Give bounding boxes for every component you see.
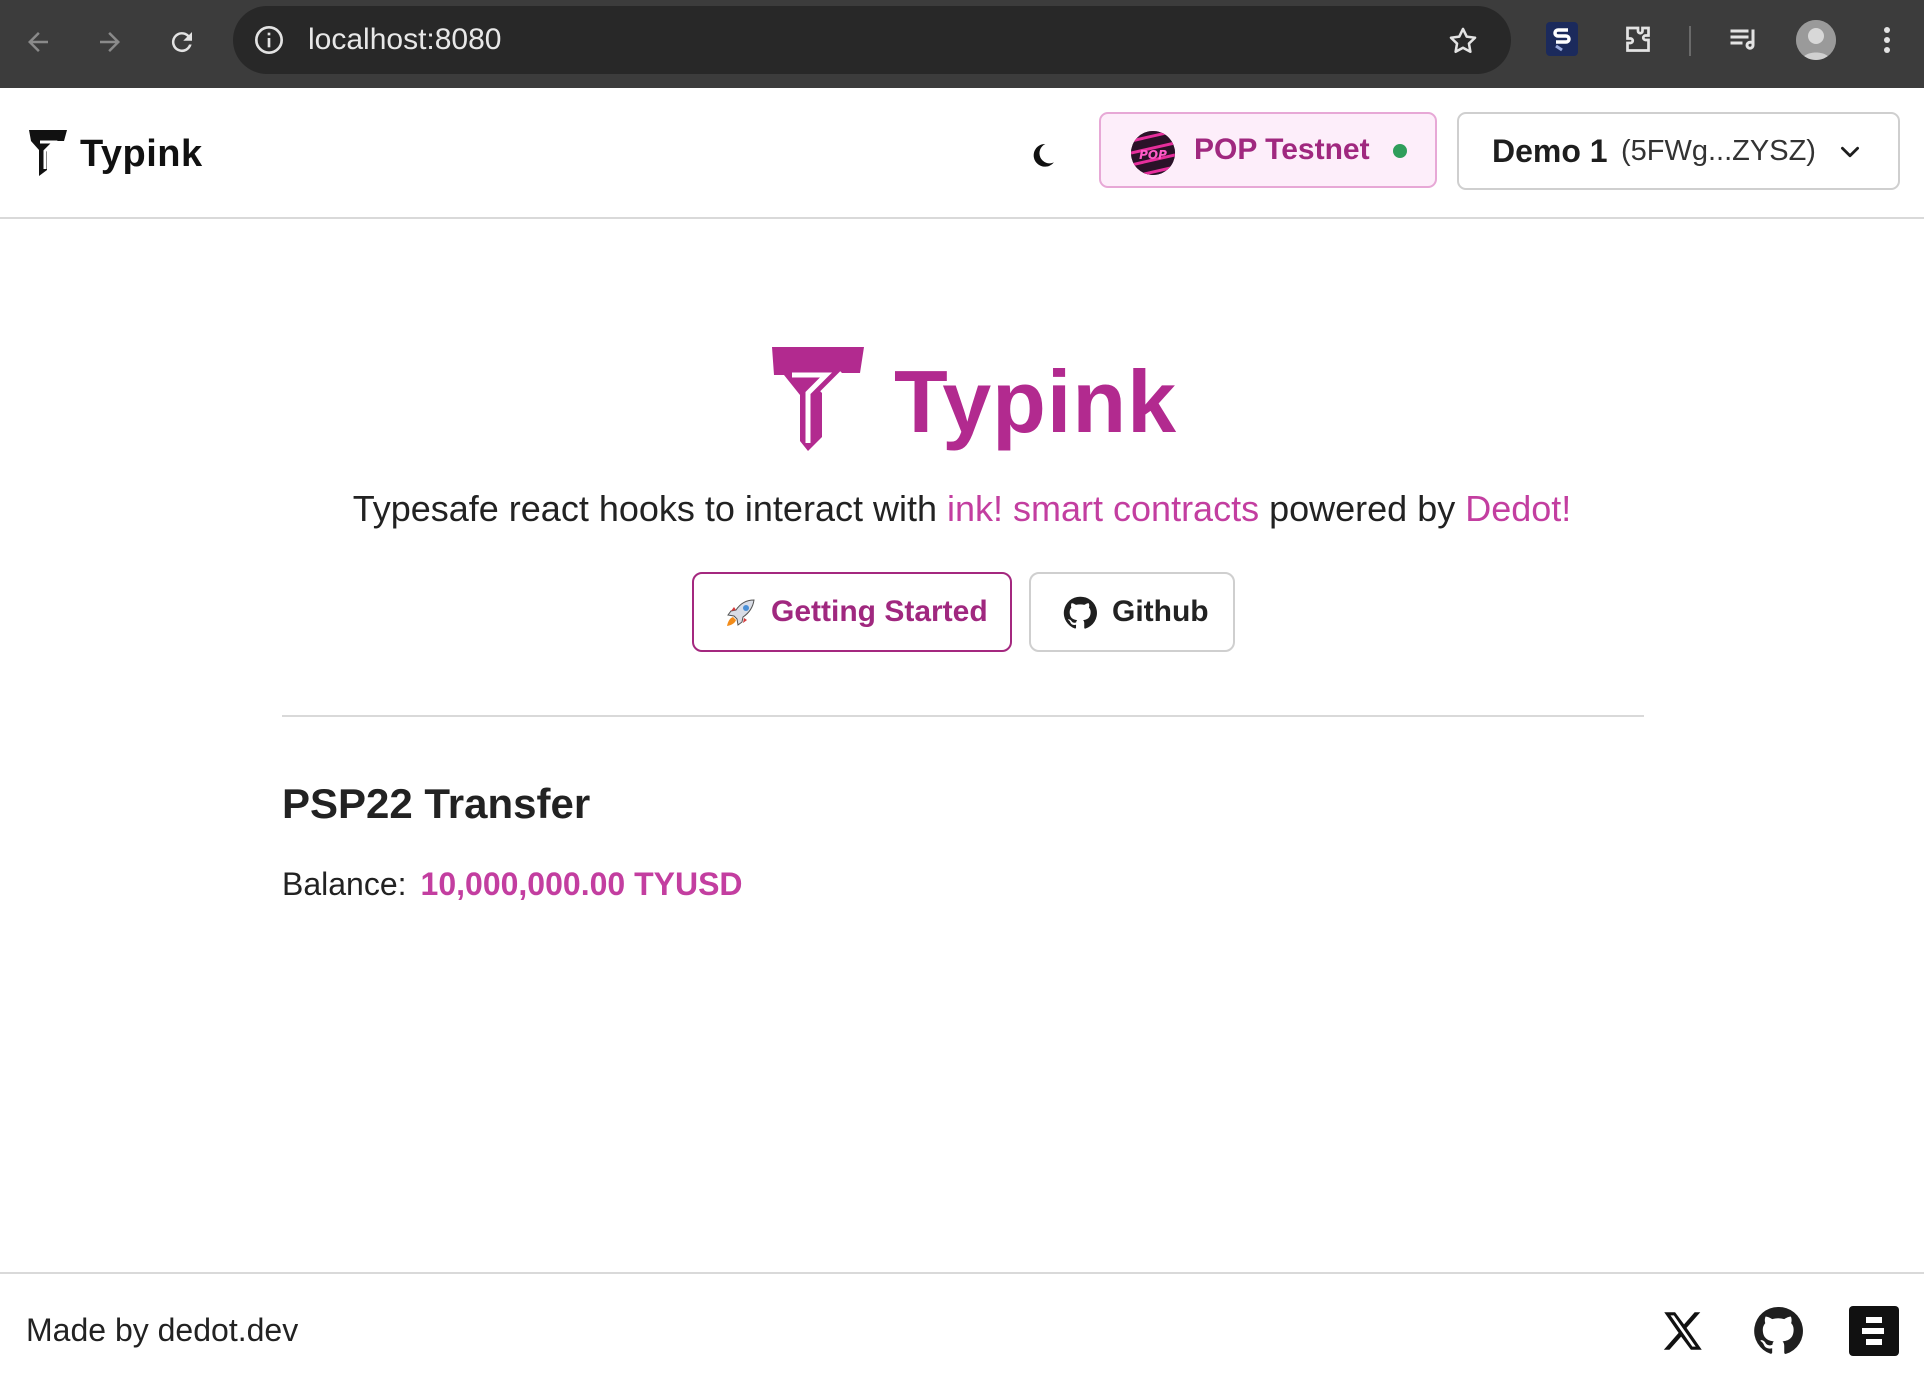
network-status-dot [1393,144,1407,158]
github-button[interactable]: Github [1029,572,1235,652]
chevron-down-icon [1837,139,1863,165]
dedot-logo-icon[interactable] [1849,1306,1899,1356]
getting-started-label: Getting Started [771,595,988,628]
github-label: Github [1112,595,1209,628]
forward-icon[interactable] [90,22,130,62]
network-logo-text: POP [1139,148,1167,162]
pop-network-logo: POP [1131,131,1175,175]
ink-smart-contracts-link[interactable]: ink! smart contracts [947,488,1259,529]
typink-hero-logo-icon [770,345,866,458]
moon-icon[interactable] [1020,134,1064,178]
bookmark-star-icon[interactable] [1446,24,1480,58]
back-icon[interactable] [18,22,58,62]
tagline-middle: powered by [1259,488,1466,529]
reload-icon[interactable] [162,22,202,62]
header-brand[interactable]: Typink [26,128,203,181]
x-twitter-icon[interactable] [1658,1306,1708,1356]
browser-toolbar: localhost:8080 [0,0,1924,88]
section-title: PSP22 Transfer [282,780,591,827]
github-icon [1063,596,1097,630]
hero-title: Typink [894,351,1178,451]
section-divider [282,715,1644,717]
tagline: Typesafe react hooks to interact with in… [0,488,1924,530]
extensions-puzzle-icon[interactable] [1620,22,1656,58]
typink-logo-icon [26,128,70,181]
footer: Made by dedot.dev [0,1272,1924,1388]
getting-started-button[interactable]: Getting Started [692,572,1012,652]
footer-text: Made by dedot.dev [26,1312,299,1348]
network-selector-button[interactable]: POP POP Testnet [1099,112,1437,188]
github-icon[interactable] [1753,1306,1803,1356]
balance-row: Balance: 10,000,000.00 TYUSD [282,866,743,903]
media-queue-icon[interactable] [1726,22,1762,58]
app-header: Typink POP POP Testnet Demo 1 (5FWg...ZY… [0,88,1924,219]
extension-s-icon[interactable] [1546,22,1578,56]
rocket-icon [724,596,758,630]
url-text[interactable]: localhost:8080 [308,6,501,74]
account-selector-button[interactable]: Demo 1 (5FWg...ZYSZ) [1457,112,1900,190]
account-name: Demo 1 [1492,133,1608,169]
balance-label: Balance: [282,866,407,902]
address-bar[interactable]: localhost:8080 [233,6,1511,74]
site-info-icon[interactable] [253,24,285,56]
brand-name: Typink [80,133,203,175]
hero-logo: Typink [770,345,1177,458]
account-address: (5FWg...ZYSZ) [1621,135,1816,167]
profile-avatar[interactable] [1796,20,1836,60]
tagline-prefix: Typesafe react hooks to interact with [352,488,947,529]
network-label: POP Testnet [1194,133,1370,166]
dedot-link[interactable]: Dedot! [1465,488,1571,529]
more-menu-icon[interactable] [1872,22,1902,58]
toolbar-separator [1689,26,1691,56]
balance-value: 10,000,000.00 TYUSD [420,866,743,902]
